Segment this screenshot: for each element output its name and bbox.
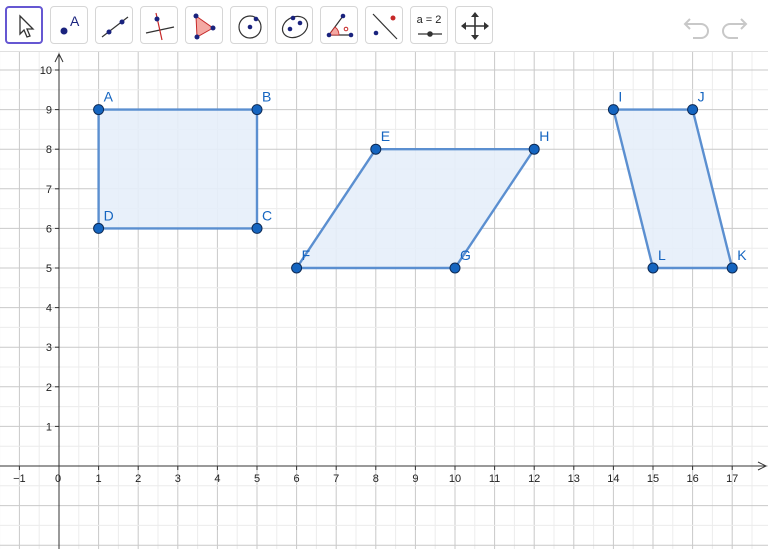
point-label-k: K — [737, 247, 747, 263]
x-tick-label: 7 — [333, 473, 339, 485]
line-icon — [101, 16, 129, 38]
y-tick-label: 3 — [46, 342, 52, 354]
x-tick-label: −1 — [13, 473, 26, 485]
x-tick-label: 8 — [373, 473, 379, 485]
x-tick-label: 4 — [214, 473, 220, 485]
y-tick-label: 9 — [46, 105, 52, 117]
polygon-tool[interactable] — [185, 6, 223, 44]
point-f[interactable] — [291, 262, 303, 274]
x-tick-label: 3 — [175, 473, 181, 485]
point-label-a: A — [104, 89, 114, 105]
undo-icon — [683, 18, 709, 39]
x-tick-label: 17 — [726, 473, 738, 485]
point-b[interactable] — [251, 104, 263, 116]
graphics-view[interactable]: −1 0 1 2 3 4 5 6 7 8 9 10 11 12 13 14 15 16 1712345678910 … — [0, 52, 768, 549]
x-tick-label: 0 — [55, 473, 61, 485]
move-view-icon — [461, 12, 489, 40]
point-label-b: B — [262, 89, 271, 105]
point-label-d: D — [104, 207, 114, 223]
perpendicular-icon — [145, 12, 175, 41]
point-label-j: J — [698, 89, 705, 105]
x-tick-label: 2 — [135, 473, 141, 485]
point-e[interactable] — [370, 143, 382, 155]
point-tool-label: A — [70, 13, 80, 29]
point-label-i: I — [618, 89, 622, 105]
y-tick-label: 8 — [46, 144, 52, 156]
point-a[interactable] — [93, 104, 105, 116]
redo-icon — [722, 18, 748, 39]
slider-icon — [418, 31, 442, 37]
angle-tool[interactable] — [320, 6, 358, 44]
circle-tool[interactable] — [230, 6, 268, 44]
undo-button[interactable] — [681, 10, 713, 42]
x-tick-label: 5 — [254, 473, 260, 485]
reflect-tool[interactable] — [365, 6, 403, 44]
y-tick-label: 4 — [46, 303, 52, 315]
y-tick-label: 6 — [46, 223, 52, 235]
line-tool[interactable] — [95, 6, 133, 44]
arrow-cursor-icon — [19, 14, 35, 38]
point-label-l: L — [658, 247, 666, 263]
x-tick-label: 12 — [528, 473, 540, 485]
point-i[interactable] — [607, 104, 619, 116]
ellipse-icon — [281, 15, 309, 39]
reflect-icon — [372, 13, 398, 40]
y-tick-label: 7 — [46, 184, 52, 196]
move-tool[interactable] — [5, 6, 43, 44]
circle-icon — [238, 15, 262, 39]
point-tool[interactable]: A — [50, 6, 88, 44]
toolbar: A a = 2 — [0, 0, 768, 52]
point-label-g: G — [460, 247, 471, 263]
slider-tool[interactable]: a = 2 — [410, 6, 448, 44]
point-h[interactable] — [528, 143, 540, 155]
x-tick-label: 9 — [412, 473, 418, 485]
conic-tool[interactable] — [275, 6, 313, 44]
point-j[interactable] — [687, 104, 699, 116]
x-tick-label: 13 — [568, 473, 580, 485]
move-graphics-view-tool[interactable] — [455, 6, 493, 44]
point-d[interactable] — [93, 222, 105, 234]
y-tick-label: 1 — [46, 421, 52, 433]
x-tick-label: 14 — [607, 473, 619, 485]
y-tick-label: 5 — [46, 263, 52, 275]
point-label-h: H — [539, 128, 549, 144]
x-tick-label: 11 — [489, 473, 500, 485]
point-k[interactable] — [726, 262, 738, 274]
point-label-c: C — [262, 207, 272, 223]
point-c[interactable] — [251, 222, 263, 234]
x-tick-label: 16 — [686, 473, 698, 485]
redo-button[interactable] — [718, 10, 750, 42]
point-icon: A — [60, 13, 80, 35]
y-tick-label: 2 — [46, 382, 52, 394]
point-g[interactable] — [449, 262, 461, 274]
x-tick-label: 1 — [96, 473, 102, 485]
x-tick-label: 10 — [449, 473, 461, 485]
y-tick-label: 10 — [40, 65, 52, 77]
point-l[interactable] — [647, 262, 659, 274]
angle-icon — [326, 13, 354, 38]
polygon-abcd[interactable] — [97, 108, 259, 230]
point-label-e: E — [381, 128, 390, 144]
x-tick-label: 15 — [647, 473, 659, 485]
x-tick-label: 6 — [294, 473, 300, 485]
polygon-icon — [193, 13, 216, 40]
perpendicular-line-tool[interactable] — [140, 6, 178, 44]
point-label-f: F — [302, 247, 311, 263]
